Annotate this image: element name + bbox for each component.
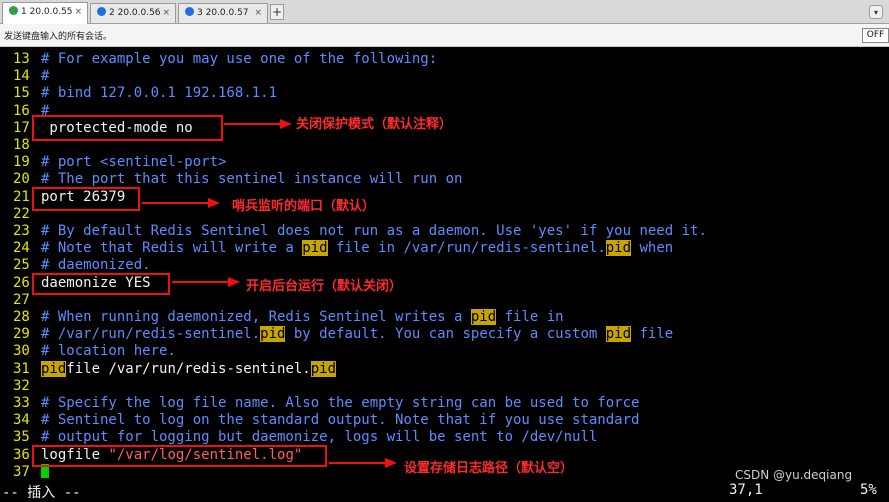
line-number: 28 [13,309,30,325]
editor-line: 15 # bind 127.0.0.1 192.168.1.1 [0,85,889,102]
session-tab-bar: 1 20.0.0.55 × 2 20.0.0.56 × 3 20.0.0.57 … [0,0,889,24]
line-number: 19 [13,154,30,170]
tab-session-2[interactable]: 2 20.0.0.56 × [90,3,176,23]
line-number: 30 [13,343,30,359]
arrow-icon [142,198,220,208]
line-number: 34 [13,412,30,428]
editor-line: 32 [0,378,889,395]
arrow-icon [224,119,292,129]
tab-label: 1 20.0.0.55 [21,7,73,17]
terminal-viewport[interactable]: 13 # For example you may use one of the f… [0,48,889,501]
search-match: pid [605,326,632,342]
tab-session-3[interactable]: 3 20.0.0.57 × [178,3,268,23]
highlight-box-logfile [32,445,327,467]
new-tab-button[interactable]: + [270,4,284,20]
line-text: # When running daemonized, Redis Sentine… [41,309,564,325]
editor-line: 13 # For example you may use one of the f… [0,51,889,68]
highlight-box-daemonize [32,273,170,295]
line-text: # Specify the log file name. Also the em… [41,395,640,411]
chevron-down-icon: ▾ [873,8,878,17]
editor-line: 33 # Specify the log file name. Also the … [0,395,889,412]
watermark: CSDN @yu.deqiang [735,468,853,482]
editor-line: 23 # By default Redis Sentinel does not r… [0,223,889,240]
line-number: 14 [13,68,30,84]
editor-line: 14 # [0,68,889,85]
line-text: # output for logging but daemonize, logs… [41,429,598,445]
line-text: # bind 127.0.0.1 192.168.1.1 [41,85,278,101]
line-number: 20 [13,171,30,187]
editor-line: 28 # When running daemonized, Redis Senti… [0,309,889,326]
line-text: # [41,68,50,84]
line-text: # port <sentinel-port> [41,154,227,170]
line-text: pidfile /var/run/redis-sentinel.pid [41,361,337,377]
editor-line: 29 # /var/run/redis-sentinel.pid by defau… [0,326,889,343]
send-all-toggle-button[interactable]: OFF [862,28,889,43]
highlight-box-protected-mode [32,115,223,141]
search-match: pid [605,240,632,256]
arrow-icon [329,458,397,468]
search-match: pid [41,361,67,377]
session-status-icon [185,7,194,16]
line-text: # By default Redis Sentinel does not run… [41,223,707,239]
line-number: 24 [13,240,30,256]
editor-line: 19 # port <sentinel-port> [0,154,889,171]
arrow-icon [172,277,240,287]
line-number: 29 [13,326,30,342]
line-number: 35 [13,429,30,445]
line-text: # Sentinel to log on the standard output… [41,412,640,428]
line-text: # The port that this sentinel instance w… [41,171,463,187]
connected-status-icon [9,6,18,15]
line-text: # /var/run/redis-sentinel.pid by default… [41,326,674,342]
send-to-all-input[interactable]: 发送键盘输入的所有会话。 [4,29,112,42]
editor-line: 31 pidfile /var/run/redis-sentinel.pid [0,361,889,378]
line-number: 23 [13,223,30,239]
send-to-all-sessions-bar: 发送键盘输入的所有会话。 OFF [0,24,889,47]
line-text: # Note that Redis will write a pid file … [41,240,674,256]
editor-line: 30 # location here. [0,343,889,360]
line-number: 25 [13,257,30,273]
search-match: pid [310,361,337,377]
annotation-port: 哨兵监听的端口（默认） [232,199,376,214]
highlight-box-port [32,187,140,211]
annotation-protected-mode: 关闭保护模式（默认注释） [296,117,453,132]
close-tab-icon[interactable]: × [162,4,170,23]
search-match: pid [260,326,286,342]
search-match: pid [470,309,497,325]
editor-line: 35 # output for logging but daemonize, lo… [0,429,889,446]
tab-list-menu-button[interactable]: ▾ [869,5,883,19]
line-number: 15 [13,85,30,101]
tab-session-1[interactable]: 1 20.0.0.55 × [2,2,88,24]
editor-line: 25 # daemonized. [0,257,889,274]
editor-line: 34 # Sentinel to log on the standard outp… [0,412,889,429]
search-match: pid [302,240,328,256]
line-text: # daemonized. [41,257,151,273]
session-status-icon [97,7,106,16]
annotation-daemonize: 开启后台运行（默认关闭） [246,279,403,294]
close-tab-icon[interactable]: × [74,3,82,22]
tab-label: 2 20.0.0.56 [109,8,161,18]
editor-line: 20 # The port that this sentinel instance… [0,171,889,188]
close-tab-icon[interactable]: × [254,4,262,23]
line-number: 13 [13,51,30,67]
line-text: # location here. [41,343,176,359]
editor-line: 24 # Note that Redis will write a pid fil… [0,240,889,257]
vim-mode-indicator: -- 插入 -- [2,485,81,501]
line-number: 32 [13,378,30,394]
annotation-logfile: 设置存储日志路径（默认空） [404,461,574,476]
line-number: 33 [13,395,30,411]
line-text: # For example you may use one of the fol… [41,51,438,67]
tab-label: 3 20.0.0.57 [197,8,249,18]
line-number: 31 [13,361,30,377]
